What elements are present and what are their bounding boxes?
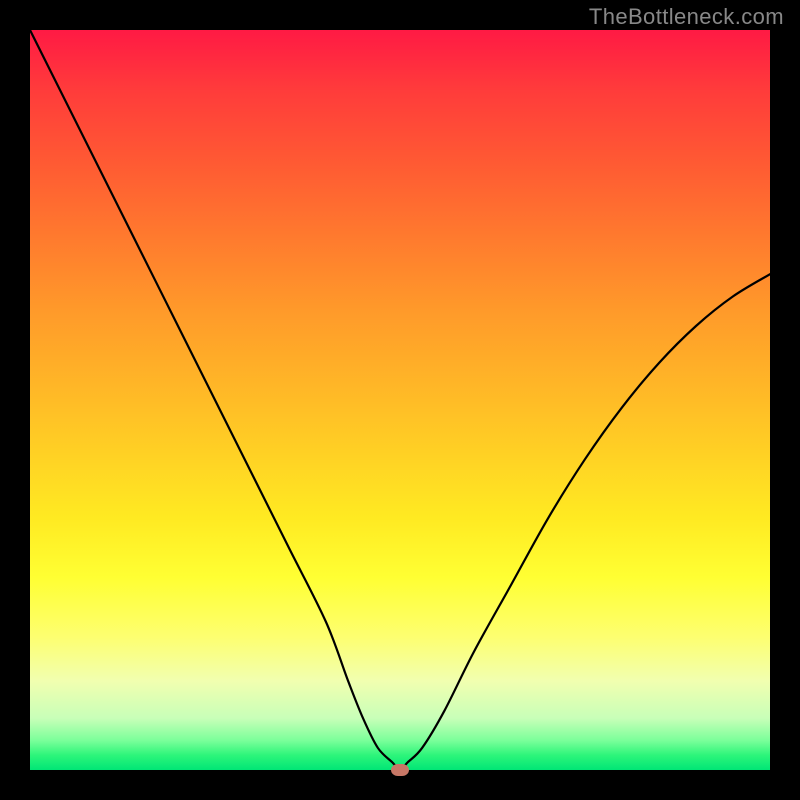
chart-frame: TheBottleneck.com [0,0,800,800]
watermark-label: TheBottleneck.com [589,4,784,30]
optimum-marker [391,764,409,776]
bottleneck-curve [30,30,770,770]
plot-area [30,30,770,770]
